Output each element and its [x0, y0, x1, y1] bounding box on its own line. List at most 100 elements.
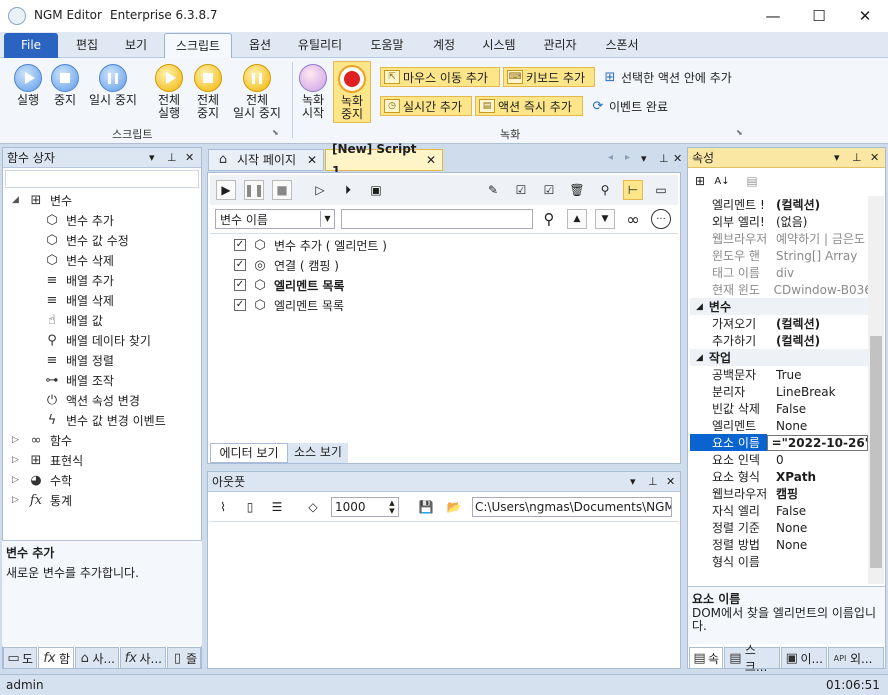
editor-tree-view-button[interactable]: ⊢ — [623, 180, 643, 200]
panel-close-icon[interactable]: ✕ — [185, 148, 194, 168]
run-button[interactable]: 실행 — [8, 64, 48, 107]
menu-sponsor[interactable]: 스폰서 — [594, 33, 650, 58]
checkbox[interactable]: ✓ — [234, 239, 246, 251]
menu-account[interactable]: 계정 — [422, 33, 466, 58]
editor-check-button[interactable]: ☑ — [539, 180, 559, 200]
script-step-1[interactable]: ✓ ⬡ 변수 추가 ( 엘리먼트 ) — [234, 235, 387, 255]
stepper-arrows-icon[interactable]: ▲ ▼ — [386, 499, 398, 515]
prop-row[interactable]: 정렬 기준 None — [690, 519, 868, 536]
categorized-view-button[interactable]: ⊞ — [690, 171, 710, 191]
menu-system[interactable]: 시스템 — [472, 33, 526, 58]
keyboard-add-button[interactable]: ⌨ 키보드 추가 — [503, 67, 595, 87]
prop-row[interactable]: 분리자 LineBreak — [690, 383, 868, 400]
tab-scroll-left-icon[interactable]: ◂ — [608, 152, 613, 163]
tree-item-delete-variable[interactable]: ⬡ 변수 삭제 — [44, 250, 114, 270]
variable-search-button[interactable]: ⚲ — [539, 209, 559, 229]
menu-options[interactable]: 옵션 — [237, 33, 283, 58]
prop-row[interactable]: 웹브라우저 예약하기 | 금은도 — [690, 230, 868, 247]
output-clear-log-button[interactable]: ⌇ — [213, 497, 233, 517]
tree-item-action-property[interactable]: ⏻ 액션 속성 변경 — [44, 390, 140, 410]
record-group-expand-icon[interactable]: ⬊ — [736, 128, 743, 137]
prop-row[interactable]: 요소 형식 XPath — [690, 468, 868, 485]
tab-close-icon[interactable]: ✕ — [426, 149, 436, 171]
move-up-button[interactable]: ▲ — [567, 209, 587, 229]
prop-row[interactable]: 엘리멘트 None — [690, 417, 868, 434]
prop-row[interactable]: 외부 엘리! (없음) — [690, 213, 868, 230]
prop-category-work[interactable]: ◢ 작업 — [690, 349, 868, 366]
editor-run-selected-button[interactable]: ▣ — [366, 180, 386, 200]
prop-row[interactable]: 윈도우 핸 String[] Array — [690, 247, 868, 264]
mouse-move-add-button[interactable]: ⇱ 마우스 이동 추가 — [380, 67, 500, 87]
prop-row[interactable]: 요소 인덱 0 — [690, 451, 868, 468]
tab-close-all-icon[interactable]: ✕ — [673, 152, 682, 165]
prop-row-selected[interactable]: 요소 이름 ="2022-10-26"] — [690, 434, 868, 451]
pause-button[interactable]: 일시 중지 — [84, 64, 142, 107]
panel-menu-icon[interactable]: ▾ — [630, 472, 636, 492]
menu-file[interactable]: File — [4, 33, 58, 58]
prop-row[interactable]: 공백문자 True — [690, 366, 868, 383]
realtime-add-button[interactable]: ◷ 실시간 추가 — [380, 96, 472, 116]
prop-row[interactable]: 빈값 삭제 False — [690, 400, 868, 417]
prop-row[interactable]: 형식 이름 — [690, 553, 868, 570]
tree-group-function[interactable]: ▷ ∞ 함수 — [12, 430, 72, 450]
tree-item-array-manipulate[interactable]: ⊶ 배열 조작 — [44, 370, 114, 390]
left-tab-favorites[interactable]: ▯ 즐 — [167, 647, 201, 669]
prop-row[interactable]: 엘리멘트 ! (컬렉션) — [690, 196, 868, 213]
panel-menu-icon[interactable]: ▾ — [149, 148, 155, 168]
right-tab-properties[interactable]: ▤ 속 — [689, 647, 723, 669]
editor-pause-button[interactable]: ❚❚ — [244, 180, 264, 200]
tab-menu-icon[interactable]: ▾ — [641, 152, 647, 165]
prop-value-editor[interactable]: ="2022-10-26"] — [766, 434, 868, 451]
alphabetical-view-button[interactable]: A↓ — [712, 171, 732, 191]
right-tab-image[interactable]: ▣ 이... — [781, 647, 827, 669]
tab-pin-icon[interactable]: ⊥ — [659, 152, 669, 165]
prop-row[interactable]: 자식 엘리 False — [690, 502, 868, 519]
output-list-button[interactable]: ☰ — [267, 497, 287, 517]
tree-item-variable-change-event[interactable]: ϟ 변수 값 변경 이벤트 — [44, 410, 166, 430]
output-count-stepper[interactable]: 1000 ▲ ▼ — [331, 497, 399, 517]
right-tab-external[interactable]: API 외... — [828, 647, 884, 669]
panel-close-icon[interactable]: ✕ — [666, 472, 675, 492]
close-button[interactable]: ✕ — [842, 0, 888, 32]
prop-row[interactable]: 웹브라우저 캠핑 — [690, 485, 868, 502]
pin-icon[interactable]: ⊥ — [852, 148, 862, 168]
minimize-button[interactable]: — — [750, 0, 796, 32]
record-stop-button[interactable]: 녹화 중지 — [333, 61, 371, 123]
output-folder-button[interactable]: 📂 — [444, 497, 464, 517]
tree-item-add-array[interactable]: ≡ 배열 추가 — [44, 270, 114, 290]
script-group-expand-icon[interactable]: ⬊ — [272, 128, 279, 137]
variable-search-input[interactable] — [341, 209, 533, 229]
variable-name-select[interactable]: 변수 이름 ▼ — [215, 209, 335, 229]
editor-screen-button[interactable]: ▭ — [651, 180, 671, 200]
prop-row[interactable]: 태그 이름 div — [690, 264, 868, 281]
function-search-input[interactable] — [5, 170, 199, 188]
menu-edit[interactable]: 편집 — [64, 33, 110, 58]
menu-admin[interactable]: 관리자 — [532, 33, 588, 58]
tree-group-statistics[interactable]: ▷ fx 통계 — [12, 490, 72, 510]
run-all-button[interactable]: 전체 실행 — [150, 64, 188, 120]
tab-scroll-right-icon[interactable]: ▸ — [625, 152, 630, 163]
prop-row[interactable]: 가져오기 (컬렉션) — [690, 315, 868, 332]
tab-source-view[interactable]: 소스 보기 — [288, 443, 348, 463]
pin-icon[interactable]: ⊥ — [167, 148, 177, 168]
script-step-3[interactable]: ✓ ⬡ 엘리멘트 목록 — [234, 275, 344, 295]
tab-editor-view[interactable]: 에디터 보기 — [210, 443, 288, 463]
editor-find-button[interactable]: ⚲ — [595, 180, 615, 200]
more-button[interactable]: ··· — [651, 209, 671, 229]
tab-close-icon[interactable]: ✕ — [307, 149, 317, 171]
panel-menu-icon[interactable]: ▾ — [834, 148, 840, 168]
left-tab-user-function[interactable]: fx 사... — [120, 647, 166, 669]
property-pages-button[interactable]: ▤ — [742, 171, 762, 191]
tree-group-math[interactable]: ▷ ◕ 수학 — [12, 470, 72, 490]
editor-edit-button[interactable]: ✎ — [483, 180, 503, 200]
checkbox[interactable]: ✓ — [234, 259, 246, 271]
prop-category-variable[interactable]: ◢ 변수 — [690, 298, 868, 315]
editor-run-step-button[interactable]: ▷ — [310, 180, 330, 200]
tree-item-edit-variable[interactable]: ⬡ 변수 값 수정 — [44, 230, 129, 250]
script-step-2[interactable]: ✓ ◎ 연결 ( 캠핑 ) — [234, 255, 339, 275]
editor-stop-button[interactable]: ■ — [272, 180, 292, 200]
action-inside-add-button[interactable]: ⊞ 선택한 액션 안에 추가 — [599, 67, 747, 87]
action-immediate-add-button[interactable]: ▤ 액션 즉시 추가 — [475, 96, 583, 116]
tree-item-delete-array[interactable]: ≡ 배열 삭제 — [44, 290, 114, 310]
checkbox[interactable]: ✓ — [234, 299, 246, 311]
